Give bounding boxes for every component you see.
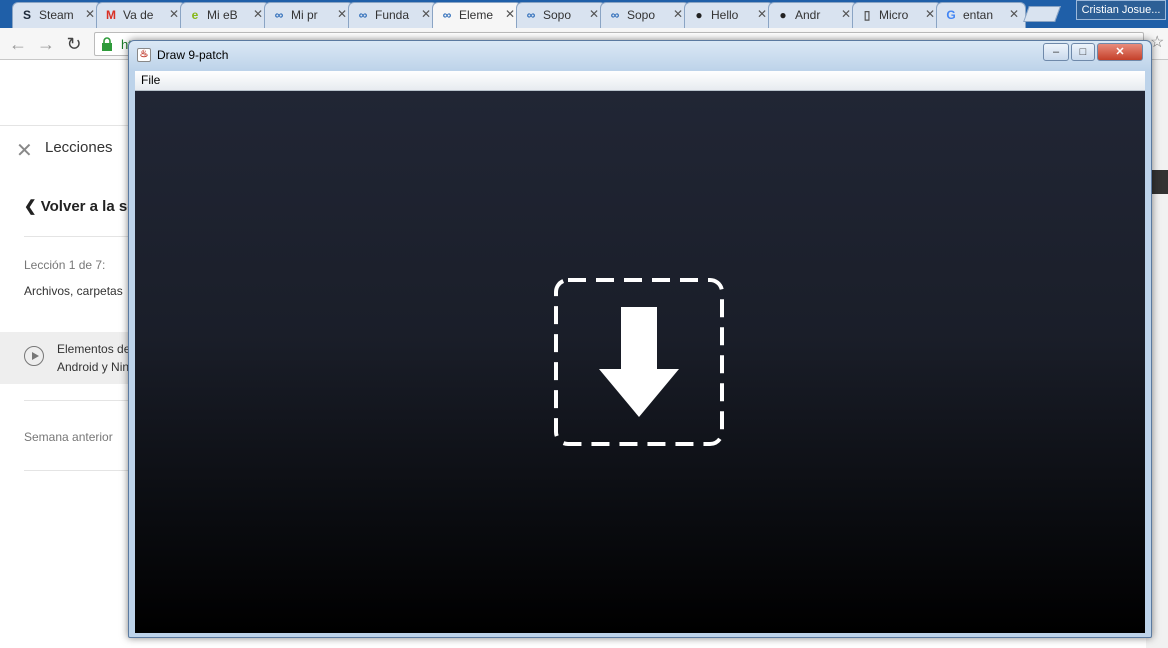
maximize-button[interactable]: □ xyxy=(1071,43,1095,61)
tab-label: entan xyxy=(963,8,994,22)
minimize-button[interactable]: – xyxy=(1043,43,1069,61)
lesson-title-line-2: Android y Nin xyxy=(57,360,130,374)
drop-image-icon xyxy=(554,278,724,446)
tab-label: Funda xyxy=(375,8,410,22)
tab-3[interactable]: ∞ Mi pr ✕ xyxy=(264,2,354,28)
lesson-topic: Archivos, carpetas xyxy=(24,284,123,298)
tab-close-icon[interactable]: ✕ xyxy=(925,7,935,21)
lock-icon xyxy=(102,37,112,51)
back-link[interactable]: ❮ Volver a la se xyxy=(24,197,136,215)
tab-11[interactable]: Gentan ✕ xyxy=(936,2,1026,28)
chevron-left-icon: ❮ xyxy=(24,198,37,215)
tab-0[interactable]: S Steam ✕ xyxy=(12,2,102,28)
draw-9patch-window: ♨ Draw 9-patch – □ ✕ File xyxy=(128,40,1152,638)
tab-label: Eleme xyxy=(459,8,494,22)
tab-6[interactable]: ∞ Sopo ✕ xyxy=(516,2,606,28)
tab-9[interactable]: ● Andr ✕ xyxy=(768,2,858,28)
tab-7[interactable]: ∞ Sopo ✕ xyxy=(600,2,690,28)
new-tab-button[interactable] xyxy=(1023,6,1061,22)
bookmark-star-icon[interactable]: ☆ xyxy=(1150,32,1164,52)
tab-label: Hello xyxy=(711,8,739,22)
tab-close-icon[interactable]: ✕ xyxy=(337,7,347,21)
tab-close-icon[interactable]: ✕ xyxy=(673,7,683,21)
tab-8[interactable]: ● Hello ✕ xyxy=(684,2,774,28)
google-icon: G xyxy=(946,8,956,22)
forward-arrow-icon[interactable]: → xyxy=(34,32,58,56)
previous-week-link[interactable]: Semana anterior xyxy=(24,430,113,444)
tab-4[interactable]: ∞ Funda ✕ xyxy=(348,2,438,28)
tab-1[interactable]: M Va de ✕ xyxy=(96,2,186,28)
platzi-icon: ∞ xyxy=(358,8,368,22)
tab-label: Mi eB xyxy=(207,8,238,22)
tab-label: Sopo xyxy=(543,8,572,22)
window-titlebar[interactable]: ♨ Draw 9-patch – □ ✕ xyxy=(129,41,1151,69)
steam-icon: S xyxy=(22,8,31,22)
profile-button[interactable]: Cristian Josue... xyxy=(1076,0,1166,20)
platzi-icon: ∞ xyxy=(526,8,536,22)
lessons-label: Lecciones xyxy=(45,139,113,156)
window-title: Draw 9-patch xyxy=(157,48,229,62)
back-arrow-icon[interactable]: ← xyxy=(6,32,30,56)
menu-file[interactable]: File xyxy=(141,73,160,87)
close-button[interactable]: ✕ xyxy=(1097,43,1143,61)
platzi-icon: ∞ xyxy=(274,8,284,22)
tab-close-icon[interactable]: ✕ xyxy=(505,7,515,21)
tab-close-icon[interactable]: ✕ xyxy=(421,7,431,21)
lesson-title-line-1: Elementos de xyxy=(57,342,131,356)
lesson-counter: Lección 1 de 7: xyxy=(24,258,106,272)
tab-close-icon[interactable]: ✕ xyxy=(589,7,599,21)
tab-label: Sopo xyxy=(627,8,656,22)
tab-5[interactable]: ∞ Eleme ✕ xyxy=(432,2,522,28)
tab-close-icon[interactable]: ✕ xyxy=(841,7,851,21)
gmail-icon: M xyxy=(106,8,116,22)
platzi-icon: ∞ xyxy=(442,8,452,22)
browser-tab-strip: S Steam ✕ M Va de ✕ e Mi eB ✕ ∞ Mi pr ✕ ∞ Funda ✕ ∞ Elem… xyxy=(0,0,1168,28)
document-icon: ▯ xyxy=(863,8,871,22)
github-icon: ● xyxy=(779,8,787,22)
tab-label: Micro xyxy=(879,8,909,22)
drop-canvas[interactable] xyxy=(135,91,1145,633)
tab-label: Va de xyxy=(123,8,154,22)
tab-close-icon[interactable]: ✕ xyxy=(169,7,179,21)
github-icon: ● xyxy=(695,8,703,22)
tab-close-icon[interactable]: ✕ xyxy=(757,7,767,21)
tab-2[interactable]: e Mi eB ✕ xyxy=(180,2,270,28)
back-link-label: Volver a la se xyxy=(40,198,136,215)
tab-close-icon[interactable]: ✕ xyxy=(85,7,95,21)
tab-label: Steam xyxy=(39,8,74,22)
menu-bar: File xyxy=(135,71,1145,91)
tab-close-icon[interactable]: ✕ xyxy=(253,7,263,21)
tab-label: Mi pr xyxy=(291,8,318,22)
close-icon[interactable]: ✕ xyxy=(16,138,33,163)
tab-close-icon[interactable]: ✕ xyxy=(1009,7,1019,21)
play-icon xyxy=(24,346,44,366)
java-app-icon: ♨ xyxy=(137,48,151,62)
tab-10[interactable]: ▯ Micro ✕ xyxy=(852,2,942,28)
reload-icon[interactable]: ↻ xyxy=(62,32,86,56)
platzi-icon: ∞ xyxy=(610,8,620,22)
ebay-icon: e xyxy=(191,8,199,22)
tab-label: Andr xyxy=(795,8,821,22)
